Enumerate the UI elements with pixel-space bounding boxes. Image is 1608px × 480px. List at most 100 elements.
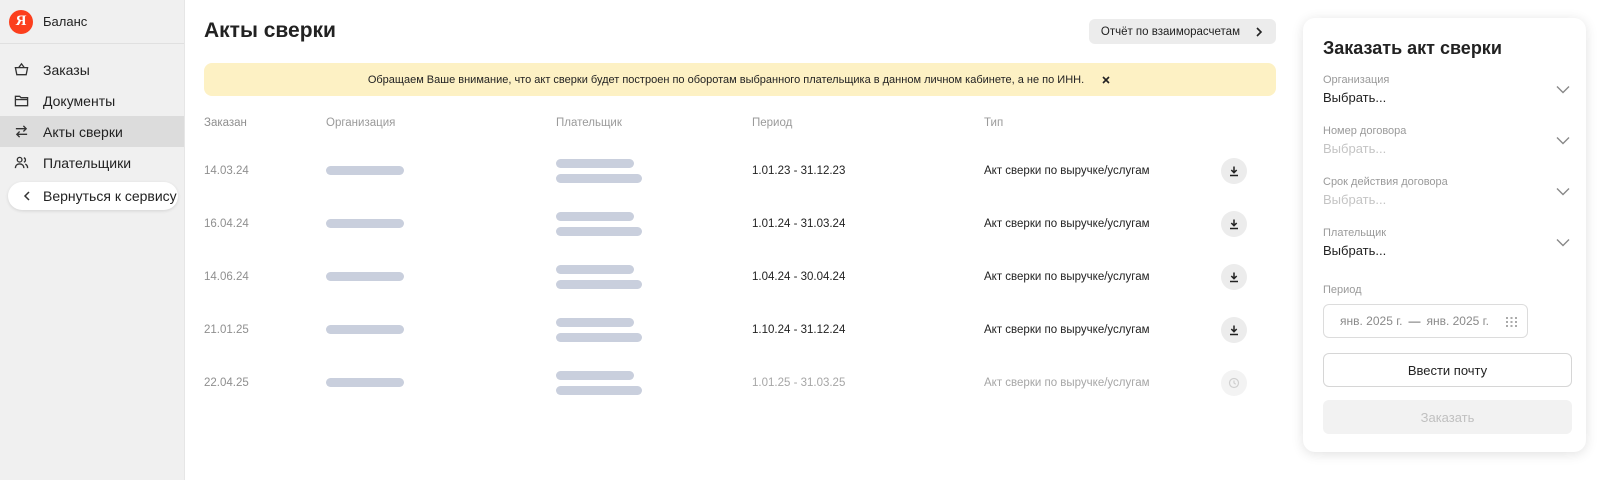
period-label: Период	[1323, 284, 1362, 296]
download-icon	[1230, 272, 1238, 282]
payer-placeholder	[556, 211, 752, 236]
download-icon	[1230, 219, 1238, 229]
row-period: 1.01.25 - 31.03.25	[752, 376, 846, 389]
contract-term-select[interactable]: Срок действия договора Выбрать...	[1323, 176, 1572, 212]
download-button[interactable]	[1221, 210, 1247, 237]
chevron-down-icon	[1556, 239, 1570, 247]
period-range-input[interactable]: янв. 2025 г. — янв. 2025 г.	[1323, 304, 1528, 338]
chevron-down-icon	[1556, 86, 1570, 94]
table-row: 22.04.25 1.01.25 - 31.03.25 Акт сверки п…	[204, 356, 1276, 409]
back-to-service-button[interactable]: Вернуться к сервису	[8, 182, 178, 210]
header-payer: Плательщик	[556, 117, 622, 129]
chevron-left-icon	[23, 191, 30, 201]
row-date: 22.04.25	[204, 376, 249, 389]
report-button-label: Отчёт по взаиморасчетам	[1100, 25, 1240, 38]
field-label: Организация	[1323, 74, 1390, 86]
table-body: 14.03.24 1.01.23 - 31.12.23 Акт сверки п…	[204, 144, 1276, 409]
table-header: Заказан Организация Плательщик Период Ти…	[204, 110, 1276, 136]
table-row: 14.06.24 1.04.24 - 30.04.24 Акт сверки п…	[204, 250, 1276, 303]
download-button[interactable]	[1221, 263, 1247, 290]
period-from: янв. 2025 г.	[1340, 314, 1403, 328]
basket-icon	[14, 62, 29, 76]
chevron-right-icon	[1256, 26, 1263, 37]
organization-select[interactable]: Организация Выбрать...	[1323, 74, 1572, 110]
row-type: Акт сверки по выручке/услугам	[984, 270, 1150, 283]
close-icon[interactable]	[1100, 74, 1112, 86]
period-separator: —	[1408, 314, 1421, 328]
row-type: Акт сверки по выручке/услугам	[984, 217, 1150, 230]
panel-title: Заказать акт сверки	[1323, 38, 1502, 58]
table-row: 14.03.24 1.01.23 - 31.12.23 Акт сверки п…	[204, 144, 1276, 197]
download-icon	[1230, 325, 1238, 335]
table-row: 16.04.24 1.01.24 - 31.03.24 Акт сверки п…	[204, 197, 1276, 250]
sidebar-item-label: Плательщики	[43, 154, 132, 171]
sidebar-item-label: Заказы	[43, 61, 90, 78]
settlement-report-button[interactable]: Отчёт по взаиморасчетам	[1088, 19, 1276, 44]
sidebar-nav: Заказы Документы Акты сверки Плательщики	[0, 54, 184, 210]
payer-placeholder	[556, 264, 752, 289]
payer-placeholder	[556, 370, 752, 395]
sidebar-item-reconciliation[interactable]: Акты сверки	[0, 116, 184, 147]
field-label: Срок действия договора	[1323, 176, 1448, 188]
row-period: 1.04.24 - 30.04.24	[752, 270, 846, 283]
download-button[interactable]	[1221, 157, 1247, 184]
org-placeholder	[326, 166, 556, 175]
order-act-panel: Заказать акт сверки Организация Выбрать.…	[1303, 18, 1586, 452]
org-placeholder	[326, 272, 556, 281]
sidebar-item-documents[interactable]: Документы	[0, 85, 184, 116]
clock-icon	[1228, 377, 1240, 388]
calendar-grid-icon	[1506, 317, 1517, 327]
sidebar-item-label: Документы	[43, 92, 116, 109]
page-title: Акты сверки	[204, 19, 336, 42]
row-date: 16.04.24	[204, 217, 249, 230]
download-button[interactable]	[1221, 316, 1247, 343]
header-period: Период	[752, 117, 793, 129]
contract-number-select[interactable]: Номер договора Выбрать...	[1323, 125, 1572, 161]
sidebar-item-payers[interactable]: Плательщики	[0, 147, 184, 178]
field-value: Выбрать...	[1323, 141, 1387, 156]
row-type: Акт сверки по выручке/услугам	[984, 376, 1150, 389]
users-icon	[14, 156, 29, 169]
org-placeholder	[326, 219, 556, 228]
row-period: 1.10.24 - 31.12.24	[752, 323, 846, 336]
reconciliation-table: Заказан Организация Плательщик Период Ти…	[204, 110, 1276, 409]
arrows-swap-icon	[15, 125, 28, 138]
row-date: 14.06.24	[204, 270, 249, 283]
payer-placeholder	[556, 158, 752, 183]
row-period: 1.01.23 - 31.12.23	[752, 164, 846, 177]
chevron-down-icon	[1556, 137, 1570, 145]
row-period: 1.01.24 - 31.03.24	[752, 217, 846, 230]
yandex-logo-icon: Я	[9, 9, 33, 34]
row-date: 14.03.24	[204, 164, 249, 177]
sidebar-item-orders[interactable]: Заказы	[0, 54, 184, 85]
order-button[interactable]: Заказать	[1323, 400, 1572, 434]
table-row: 21.01.25 1.10.24 - 31.12.24 Акт сверки п…	[204, 303, 1276, 356]
sidebar-item-label: Акты сверки	[43, 123, 123, 140]
chevron-down-icon	[1556, 188, 1570, 196]
header-organization: Организация	[326, 117, 396, 129]
field-label: Плательщик	[1323, 227, 1387, 239]
header-type: Тип	[984, 117, 1004, 129]
row-type: Акт сверки по выручке/услугам	[984, 164, 1150, 177]
field-value: Выбрать...	[1323, 243, 1387, 258]
row-type: Акт сверки по выручке/услугам	[984, 323, 1150, 336]
field-label: Номер договора	[1323, 125, 1407, 137]
brand[interactable]: Я Баланс	[0, 0, 184, 44]
enter-email-button[interactable]: Ввести почту	[1323, 353, 1572, 387]
payer-placeholder	[556, 317, 752, 342]
notice-text: Обращаем Ваше внимание, что акт сверки б…	[367, 73, 1085, 86]
main-content: Акты сверки Отчёт по взаиморасчетам Обра…	[204, 0, 1276, 480]
download-icon	[1230, 166, 1238, 176]
row-date: 21.01.25	[204, 323, 249, 336]
folder-icon	[14, 95, 29, 107]
org-placeholder	[326, 378, 556, 387]
notice-banner: Обращаем Ваше внимание, что акт сверки б…	[204, 63, 1276, 96]
back-button-label: Вернуться к сервису	[43, 188, 177, 204]
sidebar: Я Баланс Заказы Документы Акты сверки Пл…	[0, 0, 185, 480]
brand-name: Баланс	[43, 14, 88, 29]
field-value: Выбрать...	[1323, 192, 1387, 207]
period-to: янв. 2025 г.	[1426, 314, 1489, 328]
payer-select[interactable]: Плательщик Выбрать...	[1323, 227, 1572, 263]
field-value: Выбрать...	[1323, 90, 1387, 105]
header-ordered: Заказан	[204, 117, 247, 129]
